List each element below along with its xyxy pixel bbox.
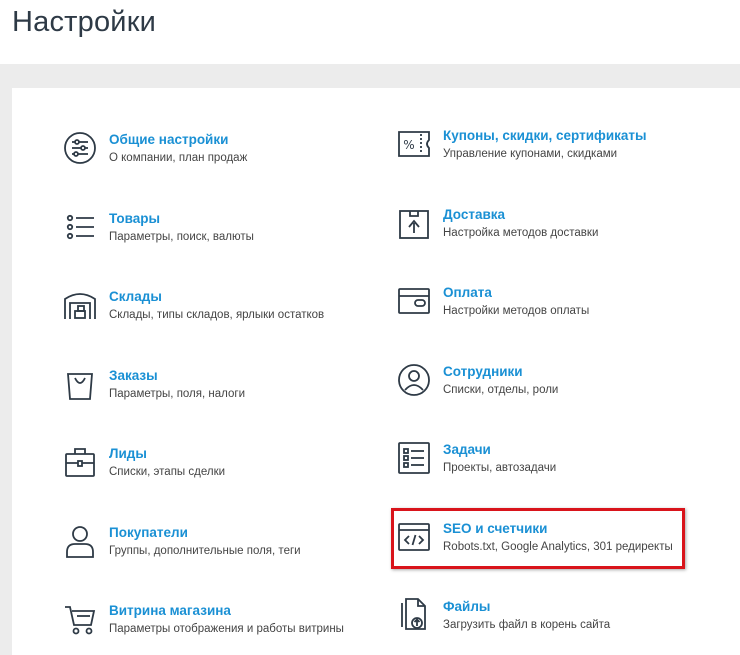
settings-item-employees[interactable]: Сотрудники Списки, отделы, роли xyxy=(397,360,558,400)
settings-item-products[interactable]: Товары Параметры, поиск, валюты xyxy=(63,207,254,247)
item-description: Списки, этапы сделки xyxy=(109,465,226,478)
settings-item-seo[interactable]: SEO и счетчики Robots.txt, Google Analyti… xyxy=(397,517,673,557)
file-upload-icon xyxy=(397,595,431,635)
card-icon xyxy=(397,281,431,321)
settings-item-payment[interactable]: Оплата Настройки методов оплаты xyxy=(397,281,589,321)
cart-icon xyxy=(63,599,97,639)
item-description: Настройка методов доставки xyxy=(443,226,599,239)
item-title: Доставка xyxy=(443,206,506,222)
item-description: Robots.txt, Google Analytics, 301 редире… xyxy=(443,540,673,553)
item-title: Оплата xyxy=(443,284,492,300)
svg-text:%: % xyxy=(403,138,414,152)
user-icon xyxy=(63,521,97,561)
item-description: О компании, план продаж xyxy=(109,151,248,164)
item-title: Купоны, скидки, сертификаты xyxy=(443,127,647,143)
settings-item-coupons[interactable]: % Купоны, скидки, сертификаты Управление … xyxy=(397,124,647,164)
briefcase-icon xyxy=(63,442,97,482)
item-title: Файлы xyxy=(443,598,491,614)
settings-item-tasks[interactable]: Задачи Проекты, автозадачи xyxy=(397,438,556,478)
item-description: Параметры, поиск, валюты xyxy=(109,230,254,243)
item-title: Склады xyxy=(109,288,162,304)
settings-item-files[interactable]: Файлы Загрузить файл в корень сайта xyxy=(397,595,610,635)
settings-item-leads[interactable]: Лиды Списки, этапы сделки xyxy=(63,442,225,482)
item-description: Группы, дополнительные поля, теги xyxy=(109,544,301,557)
item-title: Покупатели xyxy=(109,524,188,540)
box-icon xyxy=(397,203,431,243)
item-title: Общие настройки xyxy=(109,131,229,147)
sliders-circle-icon xyxy=(63,128,97,168)
item-description: Управление купонами, скидками xyxy=(443,147,618,160)
item-description: Загрузить файл в корень сайта xyxy=(443,618,611,631)
item-description: Списки, отделы, роли xyxy=(443,383,559,396)
shopping-bag-icon xyxy=(63,364,97,404)
code-window-icon xyxy=(397,517,431,557)
item-description: Параметры отображения и работы витрины xyxy=(109,622,344,635)
warehouse-icon xyxy=(63,285,97,325)
coupon-icon: % xyxy=(397,124,431,164)
settings-item-warehouses[interactable]: Склады Склады, типы складов, ярлыки остат… xyxy=(63,285,324,325)
item-title: SEO и счетчики xyxy=(443,520,548,536)
item-description: Проекты, автозадачи xyxy=(443,461,557,474)
list-icon xyxy=(63,207,97,247)
item-title: Лиды xyxy=(109,445,147,461)
item-title: Задачи xyxy=(443,441,491,457)
item-description: Склады, типы складов, ярлыки остатков xyxy=(109,308,325,321)
settings-item-storefront[interactable]: Витрина магазина Параметры отображения и … xyxy=(63,599,344,639)
item-title: Сотрудники xyxy=(443,363,523,379)
item-description: Настройки методов оплаты xyxy=(443,304,590,317)
item-description: Параметры, поля, налоги xyxy=(109,387,245,400)
settings-item-customers[interactable]: Покупатели Группы, дополнительные поля, т… xyxy=(63,521,301,561)
item-title: Витрина магазина xyxy=(109,602,231,618)
settings-item-orders[interactable]: Заказы Параметры, поля, налоги xyxy=(63,364,245,404)
page-title: Настройки xyxy=(12,6,156,38)
settings-item-delivery[interactable]: Доставка Настройка методов доставки xyxy=(397,203,598,243)
item-title: Товары xyxy=(109,210,161,226)
checklist-icon xyxy=(397,438,431,478)
settings-item-general[interactable]: Общие настройки О компании, план продаж xyxy=(63,128,247,168)
item-title: Заказы xyxy=(109,367,158,383)
person-circle-icon xyxy=(397,360,431,400)
